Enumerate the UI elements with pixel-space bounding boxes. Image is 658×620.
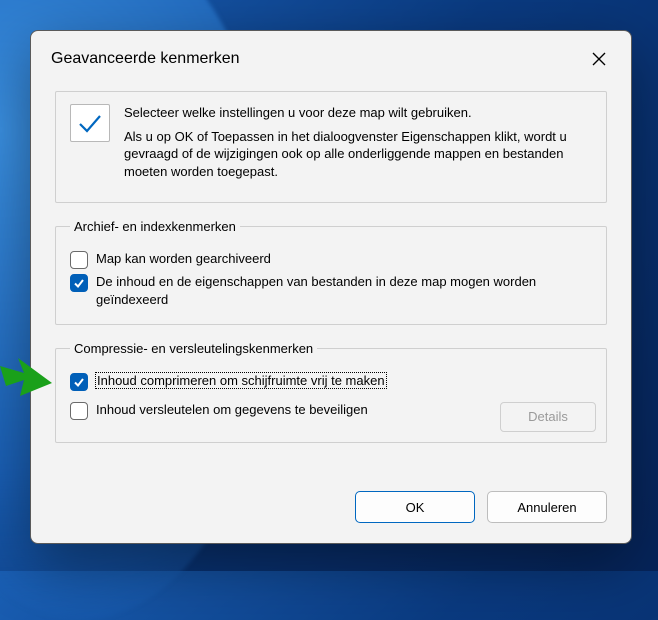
archive-index-legend: Archief- en indexkenmerken [70,219,240,234]
index-row: De inhoud en de eigenschappen van bestan… [70,273,592,308]
compress-label: Inhoud comprimeren om schijfruimte vrij … [96,372,386,390]
checkmark-icon [73,376,85,388]
archive-index-group: Archief- en indexkenmerken Map kan worde… [55,219,607,325]
compress-checkbox[interactable] [70,373,88,391]
compress-row: Inhoud comprimeren om schijfruimte vrij … [70,372,592,391]
ok-button[interactable]: OK [355,491,475,523]
intro-line-2: Als u op OK of Toepassen in het dialoogv… [124,128,592,181]
encrypt-checkbox[interactable] [70,402,88,420]
close-button[interactable] [583,43,615,75]
cancel-button[interactable]: Annuleren [487,491,607,523]
encrypt-label: Inhoud versleutelen om gegevens te bevei… [96,401,368,419]
advanced-attributes-dialog: Geavanceerde kenmerken Selecteer welke i… [30,30,632,544]
dialog-title: Geavanceerde kenmerken [51,50,240,68]
folder-check-icon [70,104,110,142]
archive-checkbox[interactable] [70,251,88,269]
details-button: Details [500,402,596,432]
index-label: De inhoud en de eigenschappen van bestan… [96,273,566,308]
intro-line-1: Selecteer welke instellingen u voor deze… [124,104,592,122]
close-icon [592,52,606,66]
dialog-button-row: OK Annuleren [31,491,631,543]
intro-panel: Selecteer welke instellingen u voor deze… [55,91,607,203]
intro-text: Selecteer welke instellingen u voor deze… [124,104,592,186]
archive-row: Map kan worden gearchiveerd [70,250,592,269]
archive-label: Map kan worden gearchiveerd [96,250,271,268]
dialog-content: Selecteer welke instellingen u voor deze… [31,85,631,477]
titlebar: Geavanceerde kenmerken [31,31,631,85]
checkmark-icon [73,277,85,289]
compress-encrypt-legend: Compressie- en versleutelingskenmerken [70,341,317,356]
compress-encrypt-group: Compressie- en versleutelingskenmerken I… [55,341,607,443]
index-checkbox[interactable] [70,274,88,292]
